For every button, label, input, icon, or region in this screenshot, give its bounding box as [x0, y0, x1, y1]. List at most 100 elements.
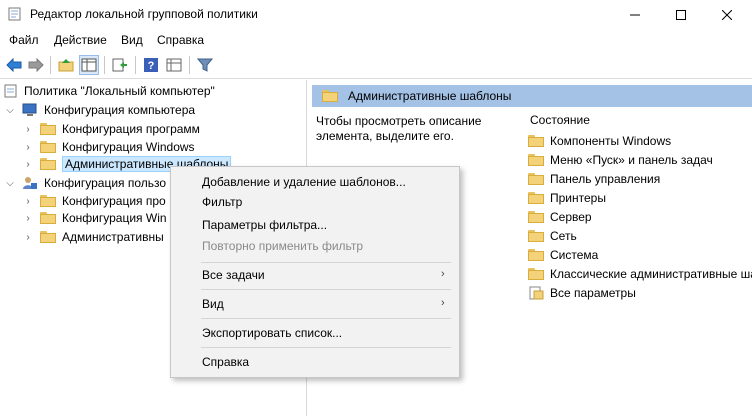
menu-item-add-remove-templates[interactable]: Добавление и удаление шаблонов...: [202, 175, 406, 189]
menu-item-reapply-filter: Повторно применить фильтр: [202, 239, 364, 253]
tree-item-computer-label: Конфигурация компьютера: [44, 103, 196, 117]
computer-icon: [22, 103, 37, 116]
list-item[interactable]: Принтеры: [528, 189, 606, 207]
list-item[interactable]: Система: [528, 246, 598, 264]
chevron-right-icon[interactable]: ›: [22, 196, 34, 207]
folder-icon: [528, 135, 544, 147]
toolbar-separator: [189, 56, 190, 74]
menu-bar: Файл Действие Вид Справка: [0, 30, 752, 50]
tree-item-label: Конфигурация Windows: [62, 140, 195, 154]
folder-icon: [40, 141, 56, 153]
tree-root-label: Политика "Локальный компьютер": [24, 84, 215, 98]
list-item-label: Принтеры: [550, 191, 606, 205]
column-header-state[interactable]: Состояние: [530, 113, 590, 127]
tree-item-computer[interactable]: ⌵ Конфигурация компьютера: [4, 101, 195, 119]
menu-separator: [201, 262, 451, 263]
tree-item-label: Конфигурация Win: [62, 211, 167, 225]
tree-item-user-label: Конфигурация пользо: [44, 176, 167, 190]
toolbar-separator: [50, 56, 51, 74]
list-item-label: Меню «Пуск» и панель задач: [550, 153, 713, 167]
tree-item-label: Административны: [62, 230, 164, 244]
minimize-icon[interactable]: [612, 0, 658, 30]
details-header-title: Административные шаблоны: [348, 89, 512, 103]
list-item[interactable]: Классические административные ша: [528, 265, 752, 283]
chevron-down-icon[interactable]: ⌵: [4, 178, 16, 189]
chevron-right-icon[interactable]: ›: [22, 142, 34, 153]
list-item-label: Все параметры: [550, 286, 636, 300]
menu-separator: [201, 289, 451, 290]
menu-item-filter[interactable]: Фильтр: [202, 195, 242, 209]
forward-icon[interactable]: [26, 55, 46, 75]
folder-icon: [528, 192, 544, 204]
filter-icon[interactable]: [195, 55, 215, 75]
description-text: Чтобы просмотреть описание элемента, выд…: [316, 114, 482, 143]
menu-help[interactable]: Справка: [157, 33, 204, 47]
toolbar: ?: [0, 52, 752, 79]
chevron-down-icon[interactable]: ⌵: [4, 105, 16, 116]
help-icon[interactable]: ?: [141, 55, 161, 75]
chevron-right-icon[interactable]: ›: [22, 232, 34, 243]
show-hide-tree-icon[interactable]: [79, 55, 99, 75]
list-item-label: Панель управления: [550, 172, 661, 186]
list-item[interactable]: Все параметры: [528, 284, 636, 302]
menu-separator: [201, 318, 451, 319]
toolbar-separator: [135, 56, 136, 74]
tree-item-software-config[interactable]: › Конфигурация программ: [22, 120, 200, 138]
folder-icon: [528, 249, 544, 261]
toolbar-separator: [104, 56, 105, 74]
menu-separator: [201, 347, 451, 348]
tree-item-label: Конфигурация программ: [62, 122, 200, 136]
menu-item-export-list[interactable]: Экспортировать список...: [202, 326, 342, 340]
menu-action[interactable]: Действие: [54, 33, 107, 47]
maximize-icon[interactable]: [658, 0, 704, 30]
tree-item-windows-config[interactable]: › Конфигурация Windows: [22, 138, 195, 156]
list-item-label: Компоненты Windows: [550, 134, 672, 148]
tree-item-user[interactable]: ⌵ Конфигурация пользо: [4, 174, 166, 192]
details-header: Административные шаблоны: [312, 85, 752, 107]
chevron-right-icon: ›: [441, 297, 445, 309]
up-folder-icon[interactable]: [56, 55, 76, 75]
list-item-label: Система: [550, 248, 599, 262]
folder-icon: [40, 195, 56, 207]
properties-icon[interactable]: [164, 55, 184, 75]
menu-item-help[interactable]: Справка: [202, 355, 249, 369]
menu-item-filter-params[interactable]: Параметры фильтра...: [202, 218, 327, 232]
list-item[interactable]: Компоненты Windows: [528, 132, 671, 150]
folder-icon: [528, 154, 544, 166]
back-icon[interactable]: [4, 55, 24, 75]
menu-item-all-tasks[interactable]: Все задачи: [202, 268, 265, 282]
menu-view[interactable]: Вид: [121, 33, 143, 47]
chevron-right-icon[interactable]: ›: [22, 159, 34, 170]
menu-file[interactable]: Файл: [9, 33, 39, 47]
tree-item-user-windows[interactable]: › Конфигурация Win: [22, 209, 167, 227]
tree-root[interactable]: Политика "Локальный компьютер": [4, 82, 215, 100]
folder-icon: [528, 230, 544, 242]
folder-icon: [528, 268, 544, 280]
policy-app-icon: [8, 7, 21, 21]
chevron-right-icon[interactable]: ›: [22, 124, 34, 135]
list-item[interactable]: Сеть: [528, 227, 577, 245]
folder-icon: [40, 212, 56, 224]
export-list-icon[interactable]: [110, 55, 130, 75]
tree-item-user-software[interactable]: › Конфигурация про: [22, 192, 165, 210]
close-icon[interactable]: [704, 0, 750, 30]
svg-text:?: ?: [148, 60, 155, 72]
tree-item-user-admin[interactable]: › Административны: [22, 228, 164, 246]
list-item[interactable]: Меню «Пуск» и панель задач: [528, 151, 713, 169]
folder-icon: [40, 123, 56, 135]
user-icon: [23, 177, 37, 189]
settings-page-icon: [529, 286, 544, 300]
title-bar: Редактор локальной групповой политики: [0, 0, 752, 30]
list-item[interactable]: Панель управления: [528, 170, 660, 188]
folder-icon: [528, 211, 544, 223]
chevron-right-icon: ›: [441, 268, 445, 280]
menu-item-view[interactable]: Вид: [202, 297, 224, 311]
folder-icon: [40, 231, 56, 243]
policy-document-icon: [4, 84, 17, 98]
chevron-right-icon[interactable]: ›: [22, 213, 34, 224]
folder-icon: [322, 90, 338, 102]
list-item[interactable]: Сервер: [528, 208, 592, 226]
context-menu: Добавление и удаление шаблонов... Фильтр…: [170, 166, 460, 378]
folder-icon: [40, 158, 56, 170]
folder-icon: [528, 173, 544, 185]
